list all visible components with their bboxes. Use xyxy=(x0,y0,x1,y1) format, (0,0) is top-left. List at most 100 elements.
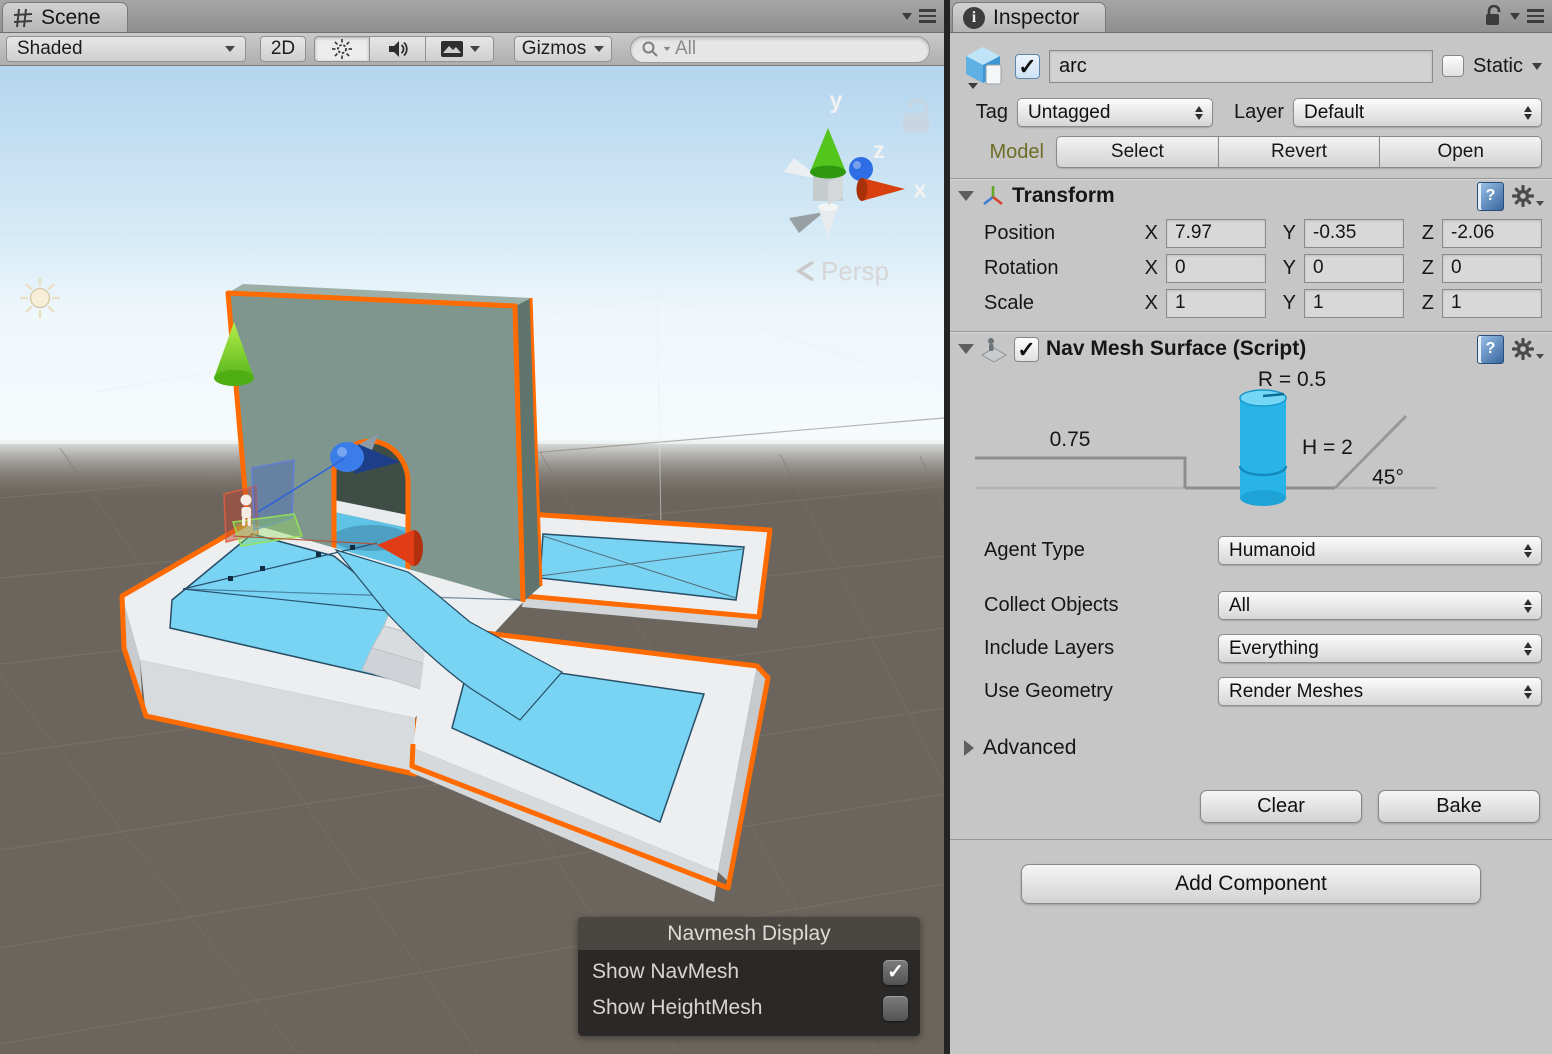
help-icon[interactable]: ? xyxy=(1477,334,1504,364)
axis-z: Z xyxy=(1421,256,1434,279)
persp-label: Persp xyxy=(821,256,889,286)
dropdown-arrows-icon xyxy=(1524,543,1532,558)
draw-mode-label: Shaded xyxy=(17,38,83,59)
navmesh-foldout[interactable] xyxy=(958,344,974,354)
scale-z-field[interactable]: 1 xyxy=(1442,288,1542,318)
position-y-field[interactable]: -0.35 xyxy=(1304,218,1404,248)
navmesh-surface-component: Nav Mesh Surface (Script) ? xyxy=(950,332,1552,840)
chevron-down-icon xyxy=(225,46,235,52)
search-icon xyxy=(642,41,658,57)
include-layers-value: Everything xyxy=(1229,637,1319,659)
layer-value: Default xyxy=(1304,101,1365,123)
model-select-button[interactable]: Select xyxy=(1056,136,1219,168)
scene-tab-label: Scene xyxy=(41,5,101,29)
navmesh-enabled-checkbox[interactable] xyxy=(1014,336,1039,362)
effects-dropdown-button[interactable] xyxy=(426,36,494,62)
navmesh-display-overlay: Navmesh Display Show NavMesh Show Height… xyxy=(578,917,920,1036)
tab-scene[interactable]: Scene xyxy=(2,2,128,32)
toggle-2d-button[interactable]: 2D xyxy=(260,36,306,62)
scene-tabbar: Scene xyxy=(0,0,944,33)
rotation-z-field[interactable]: 0 xyxy=(1442,253,1542,283)
collect-objects-label: Collect Objects xyxy=(984,594,1119,616)
scale-y-field[interactable]: 1 xyxy=(1304,288,1404,318)
tab-inspector[interactable]: i Inspector xyxy=(952,2,1107,32)
gear-menu-icon[interactable] xyxy=(1511,337,1544,361)
diagram-radius-label: R = 0.5 xyxy=(1258,368,1326,391)
add-component-area: Add Component xyxy=(950,840,1552,934)
scene-search-input[interactable]: All xyxy=(630,35,930,63)
scene-dropdown-icon[interactable] xyxy=(902,12,912,20)
draw-mode-dropdown[interactable]: Shaded xyxy=(6,36,246,62)
scene-menu-icon[interactable] xyxy=(919,9,936,23)
diagram-slope-label: 45° xyxy=(1372,466,1404,489)
layer-dropdown[interactable]: Default xyxy=(1293,98,1542,127)
show-navmesh-checkbox[interactable] xyxy=(883,959,908,985)
model-button-group: Select Revert Open xyxy=(1056,136,1543,168)
include-layers-row: Include Layers Everything xyxy=(984,634,1542,663)
use-geometry-dropdown[interactable]: Render Meshes xyxy=(1218,677,1542,706)
transform-foldout[interactable] xyxy=(958,191,974,201)
scene-viewport[interactable]: y z x Persp Navmesh Display Show NavMesh… xyxy=(0,66,944,1054)
use-geometry-row: Use Geometry Render Meshes xyxy=(984,677,1542,706)
gizmos-dropdown[interactable]: Gizmos xyxy=(514,36,612,62)
collect-objects-row: Collect Objects All xyxy=(984,591,1542,620)
show-navmesh-label: Show NavMesh xyxy=(592,960,740,983)
advanced-label: Advanced xyxy=(983,736,1077,759)
agent-type-dropdown[interactable]: Humanoid xyxy=(1218,536,1542,565)
agent-settings-diagram: R = 0.5 0.75 H = 2 45° xyxy=(975,368,1437,506)
sun-icon xyxy=(332,39,352,59)
lock-icon[interactable] xyxy=(1483,5,1503,27)
static-checkbox[interactable] xyxy=(1441,55,1464,77)
tag-dropdown[interactable]: Untagged xyxy=(1017,98,1213,127)
model-open-button[interactable]: Open xyxy=(1379,136,1543,168)
navmesh-title: Nav Mesh Surface (Script) xyxy=(1046,337,1307,360)
position-x-field[interactable]: 7.97 xyxy=(1166,218,1266,248)
dropdown-arrows-icon xyxy=(1524,684,1532,699)
image-icon xyxy=(440,41,463,57)
scene-panel: Scene Shaded 2D Gizmos All y z x Persp N… xyxy=(0,0,944,1054)
include-layers-dropdown[interactable]: Everything xyxy=(1218,634,1542,663)
gameobject-name-field[interactable]: arc xyxy=(1049,49,1433,83)
collect-objects-dropdown[interactable]: All xyxy=(1218,591,1542,620)
collect-objects-value: All xyxy=(1229,594,1251,616)
inspector-menu-icon[interactable] xyxy=(1527,9,1544,23)
rotation-y-field[interactable]: 0 xyxy=(1304,253,1404,283)
chevron-down-icon xyxy=(469,46,480,52)
layer-label: Layer xyxy=(1233,101,1284,123)
search-filter-chevron-icon xyxy=(663,46,671,52)
add-component-button[interactable]: Add Component xyxy=(1021,864,1481,904)
transform-component: Transform ? Position X 7.97 Y -0.35 Z -2… xyxy=(950,179,1552,332)
tag-label: Tag xyxy=(975,101,1008,123)
clear-button[interactable]: Clear xyxy=(1200,790,1362,823)
rotation-x-field[interactable]: 0 xyxy=(1166,253,1266,283)
inspector-dropdown-icon[interactable] xyxy=(1510,12,1520,20)
dropdown-arrows-icon xyxy=(1524,105,1532,120)
bake-button[interactable]: Bake xyxy=(1378,790,1540,823)
agent-type-value: Humanoid xyxy=(1229,539,1316,561)
show-heightmesh-row: Show HeightMesh xyxy=(592,990,908,1026)
advanced-foldout[interactable]: Advanced xyxy=(964,736,1542,760)
gear-menu-icon[interactable] xyxy=(1511,184,1544,208)
sun-light-gizmo[interactable] xyxy=(20,278,60,318)
lighting-toggle-button[interactable] xyxy=(314,36,370,62)
audio-toggle-button[interactable] xyxy=(370,36,426,62)
axis-z-label: z xyxy=(873,137,885,163)
model-revert-button[interactable]: Revert xyxy=(1217,136,1381,168)
inspector-tab-label: Inspector xyxy=(993,5,1080,29)
axis-y: Y xyxy=(1282,221,1296,244)
position-z-field[interactable]: -2.06 xyxy=(1442,218,1542,248)
navmesh-surface-icon xyxy=(981,338,1007,362)
inspector-panel: i Inspector ✓ arc Static Tag Untagged La… xyxy=(950,0,1552,1054)
gameobject-active-checkbox[interactable] xyxy=(1015,53,1040,79)
gameobject-name: arc xyxy=(1059,54,1087,77)
static-dropdown-icon[interactable] xyxy=(1532,62,1542,70)
help-icon[interactable]: ? xyxy=(1477,181,1504,211)
show-navmesh-row: Show NavMesh xyxy=(592,954,908,990)
search-value: All xyxy=(675,38,697,59)
scale-row: Scale X 1 Y 1 Z 1 xyxy=(984,288,1542,318)
prefab-cube-icon[interactable] xyxy=(960,43,1006,89)
transform-title: Transform xyxy=(1012,184,1115,207)
show-heightmesh-checkbox[interactable] xyxy=(883,995,908,1021)
model-label: Model xyxy=(989,140,1044,163)
scale-x-field[interactable]: 1 xyxy=(1166,288,1266,318)
